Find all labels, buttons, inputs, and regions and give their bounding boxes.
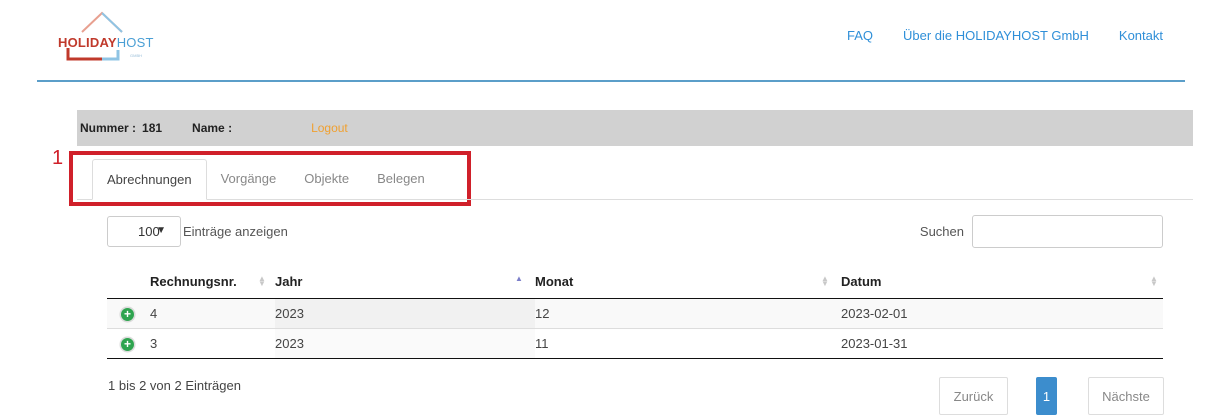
column-label: Rechnungsnr.	[150, 274, 237, 289]
column-label: Datum	[841, 274, 882, 289]
column-header-datum[interactable]: Datum ▲ ▼	[841, 265, 1163, 299]
pagination-previous-button[interactable]: Zurück	[939, 377, 1008, 415]
annotation-marker: 1	[52, 147, 64, 169]
column-header-monat[interactable]: Monat ▲ ▼	[535, 265, 841, 299]
search-label: Suchen	[919, 224, 964, 239]
logo-wordmark: HOLIDAYHOST	[58, 35, 154, 50]
user-info-bar: Nummer : 181 Name : Logout	[77, 110, 1193, 146]
nummer-value: 181	[142, 121, 163, 135]
page-length-control: 100 ▼ Einträge anzeigen	[107, 216, 288, 247]
pagination-page-button[interactable]: 1	[1036, 377, 1057, 415]
search-control: Suchen	[920, 215, 1163, 248]
nav-about-link[interactable]: Über die HOLIDAYHOST GmbH	[903, 28, 1089, 43]
expand-row-plus-icon[interactable]: +	[120, 306, 135, 322]
sort-icon: ▲ ▼	[821, 274, 829, 288]
cell-monat: 11	[535, 336, 549, 351]
column-header-jahr[interactable]: Jahr ▲	[275, 265, 535, 299]
nav-contact-link[interactable]: Kontakt	[1119, 28, 1163, 43]
logout-link[interactable]: Logout	[311, 121, 348, 135]
entries-label: Einträge anzeigen	[183, 224, 288, 239]
column-header-rechnungsnr[interactable]: Rechnungsnr. ▲ ▼	[150, 265, 275, 299]
header-divider	[37, 80, 1185, 82]
nummer-label: Nummer :	[80, 121, 137, 135]
chevron-down-icon: ▼	[156, 225, 166, 236]
table-row[interactable]: + 3 2023 11 2023-01-31	[107, 328, 1163, 359]
cell-jahr: 2023	[275, 298, 535, 329]
tab-objekte[interactable]: Objekte	[290, 159, 363, 200]
tab-bar: Abrechnungen Vorgänge Objekte Belegen	[92, 159, 439, 200]
logo-text-holiday: HOLIDAY	[58, 35, 117, 50]
column-label: Jahr	[275, 274, 303, 289]
table-info-text: 1 bis 2 von 2 Einträgen	[108, 378, 241, 393]
tab-vorgaenge[interactable]: Vorgänge	[207, 159, 291, 200]
pagination-next-button[interactable]: Nächste	[1088, 377, 1164, 415]
tab-belegen[interactable]: Belegen	[363, 159, 439, 200]
cell-datum: 2023-01-31	[841, 336, 908, 351]
sort-icon: ▲ ▼	[1150, 274, 1158, 288]
cell-monat: 12	[535, 298, 841, 329]
logo-text-host: HOST	[116, 35, 154, 50]
column-label: Monat	[535, 274, 574, 289]
top-navigation: FAQ Über die HOLIDAYHOST GmbH Kontakt	[847, 28, 1163, 43]
cell-rechnungsnr: 3	[150, 336, 158, 351]
sort-ascending-icon: ▲	[515, 274, 523, 283]
expand-column-header	[107, 265, 150, 299]
table-row[interactable]: + 4 2023 12 2023-02-01	[107, 298, 1163, 329]
pagination: Zurück 1 Nächste	[939, 377, 1164, 415]
cell-datum: 2023-02-01	[841, 298, 1163, 329]
sort-icon: ▲ ▼	[258, 274, 266, 288]
nav-faq-link[interactable]: FAQ	[847, 28, 873, 43]
cell-jahr: 2023	[275, 328, 535, 359]
tab-abrechnungen[interactable]: Abrechnungen	[92, 159, 207, 200]
page-size-select[interactable]: 100 ▼	[107, 216, 181, 247]
holidayhost-logo[interactable]: HOLIDAYHOST GMBH	[52, 10, 172, 66]
search-input[interactable]	[972, 215, 1163, 248]
cell-rechnungsnr: 4	[150, 298, 275, 329]
logo-subtext: GMBH	[130, 53, 142, 58]
table-header-row: Rechnungsnr. ▲ ▼ Jahr ▲ Monat ▲ ▼ Datum ▲ ▼	[107, 265, 1163, 299]
invoice-table: Rechnungsnr. ▲ ▼ Jahr ▲ Monat ▲ ▼ Datum ▲ ▼…	[107, 265, 1163, 359]
name-label: Name :	[192, 121, 233, 135]
expand-row-plus-icon[interactable]: +	[120, 336, 135, 352]
